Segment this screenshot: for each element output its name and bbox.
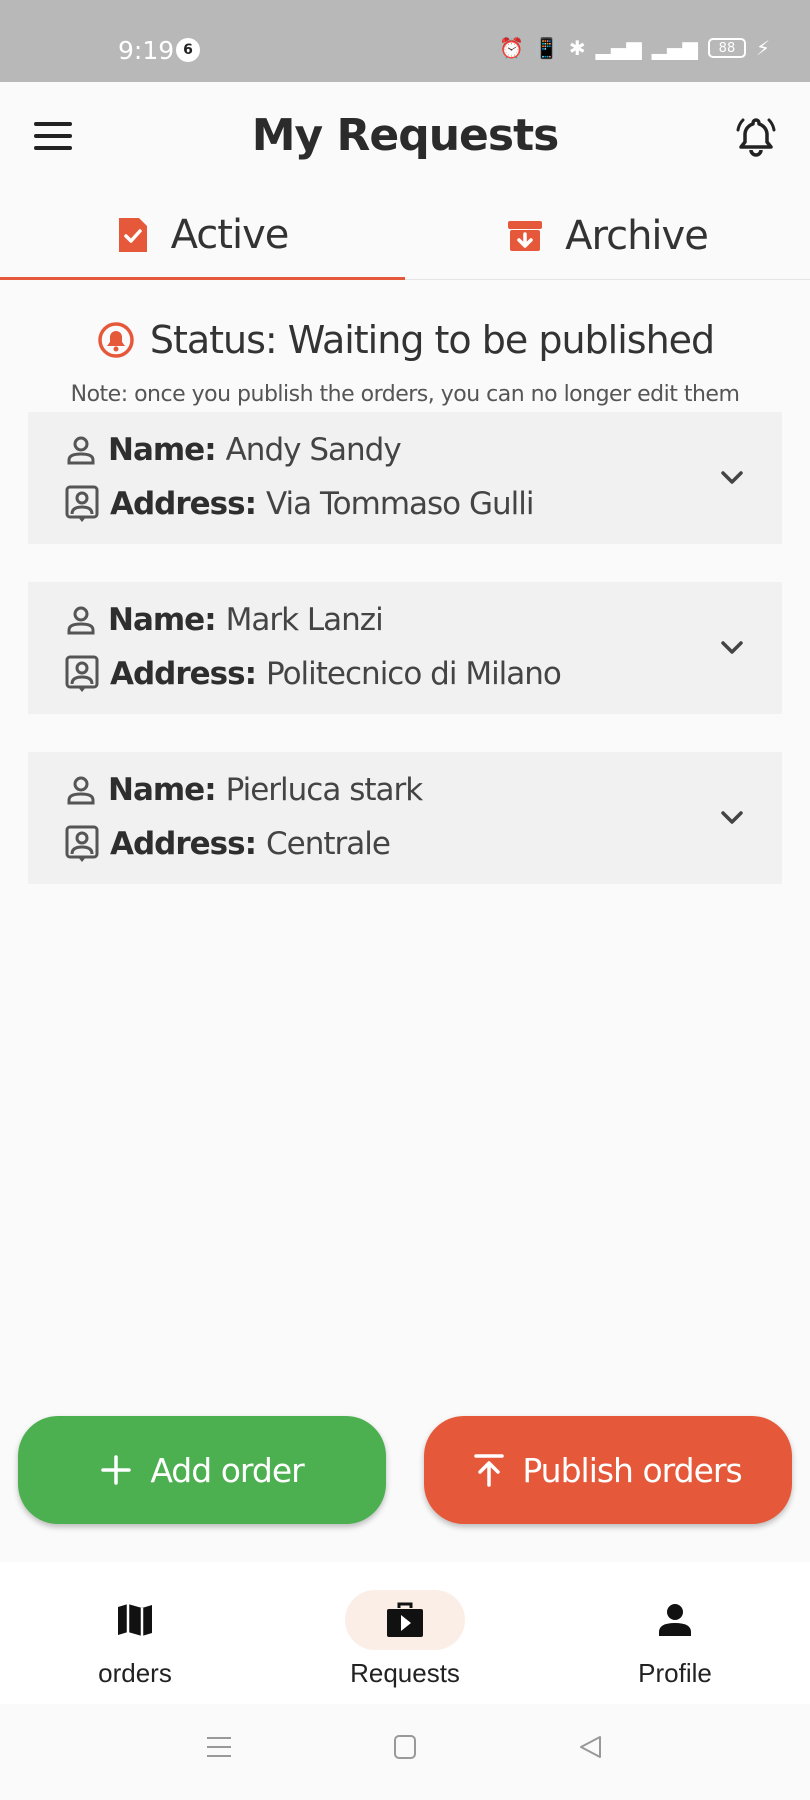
- system-navigation-bar: [0, 1704, 810, 1800]
- nav-label: orders: [98, 1658, 172, 1688]
- alarm-bell-icon: [98, 322, 134, 358]
- chevron-down-icon[interactable]: [718, 804, 746, 832]
- order-address: Centrale: [266, 826, 391, 862]
- nav-label: Profile: [638, 1658, 712, 1688]
- signal-icon: ▂▄▆: [595, 36, 642, 60]
- file-check-icon: [118, 217, 147, 252]
- add-order-button[interactable]: Add order: [18, 1416, 386, 1524]
- contact-card-icon: [65, 825, 99, 862]
- status-text: Status: Waiting to be published: [149, 318, 715, 362]
- upload-icon: [474, 1454, 505, 1487]
- add-order-label: Add order: [150, 1450, 304, 1490]
- nav-item-orders[interactable]: orders: [0, 1562, 270, 1704]
- battery-icon: 88: [707, 38, 746, 58]
- tab-active[interactable]: Active: [0, 192, 405, 280]
- name-label: Name:: [108, 432, 217, 468]
- person-icon: [659, 1604, 691, 1636]
- order-address: Politecnico di Milano: [266, 656, 562, 692]
- order-card[interactable]: Name: Pierluca stark Address: Centrale: [28, 752, 782, 884]
- battery-level: 88: [718, 40, 736, 56]
- vibrate-icon: 📳: [533, 36, 559, 60]
- contact-card-icon: [65, 655, 99, 692]
- back-icon[interactable]: [578, 1734, 604, 1760]
- person-outline-icon: [67, 436, 95, 465]
- plus-icon: [101, 1455, 132, 1485]
- contact-card-icon: [65, 485, 99, 522]
- address-label: Address:: [110, 656, 257, 692]
- tab-label: Active: [170, 211, 290, 258]
- notification-bell-icon[interactable]: [732, 112, 780, 160]
- bottom-navigation: orders Requests Profile: [0, 1562, 810, 1704]
- system-icons: ⏰ 📳 ✱ ▂▄▆ ▂▄▆ 88 ⚡: [499, 36, 770, 60]
- alarm-icon: ⏰: [499, 36, 524, 60]
- tab-label: Archive: [565, 213, 709, 259]
- clock: 9:19: [118, 36, 175, 65]
- page-title: My Requests: [251, 110, 560, 161]
- briefcase-play-icon: [387, 1602, 423, 1637]
- publish-note: Note: once you publish the orders, you c…: [70, 382, 740, 407]
- home-icon[interactable]: [393, 1734, 417, 1760]
- address-label: Address:: [110, 486, 257, 522]
- order-card[interactable]: Name: Andy Sandy Address: Via Tommaso Gu…: [28, 412, 782, 544]
- nav-item-profile[interactable]: Profile: [540, 1562, 810, 1704]
- tab-bar: Active Archive: [0, 192, 810, 280]
- order-name: Pierluca stark: [225, 772, 424, 808]
- notification-count-badge: 6: [176, 38, 200, 62]
- app-bar: My Requests: [0, 82, 810, 192]
- publish-orders-label: Publish orders: [522, 1450, 742, 1490]
- name-label: Name:: [108, 772, 217, 808]
- map-icon: [118, 1604, 152, 1637]
- system-status-bar: 9:19 6 ⏰ 📳 ✱ ▂▄▆ ▂▄▆ 88 ⚡: [0, 0, 810, 82]
- status-line: Status: Waiting to be published: [0, 318, 810, 362]
- address-label: Address:: [110, 826, 257, 862]
- nav-item-requests[interactable]: Requests: [270, 1562, 540, 1704]
- archive-box-icon: [508, 221, 543, 251]
- person-outline-icon: [67, 606, 95, 635]
- chevron-down-icon[interactable]: [718, 464, 746, 492]
- order-address: Via Tommaso Gulli: [266, 486, 534, 522]
- publish-orders-button[interactable]: Publish orders: [424, 1416, 792, 1524]
- bluetooth-icon: ✱: [568, 36, 586, 60]
- charging-icon: ⚡: [755, 36, 770, 60]
- order-name: Andy Sandy: [225, 432, 402, 468]
- nav-label: Requests: [350, 1658, 460, 1688]
- chevron-down-icon[interactable]: [718, 634, 746, 662]
- order-name: Mark Lanzi: [225, 602, 384, 638]
- name-label: Name:: [108, 602, 217, 638]
- order-card[interactable]: Name: Mark Lanzi Address: Politecnico di…: [28, 582, 782, 714]
- recent-apps-icon[interactable]: [206, 1734, 232, 1760]
- signal-2-icon: ▂▄▆: [651, 36, 698, 60]
- person-outline-icon: [67, 776, 95, 805]
- tab-archive[interactable]: Archive: [405, 192, 810, 280]
